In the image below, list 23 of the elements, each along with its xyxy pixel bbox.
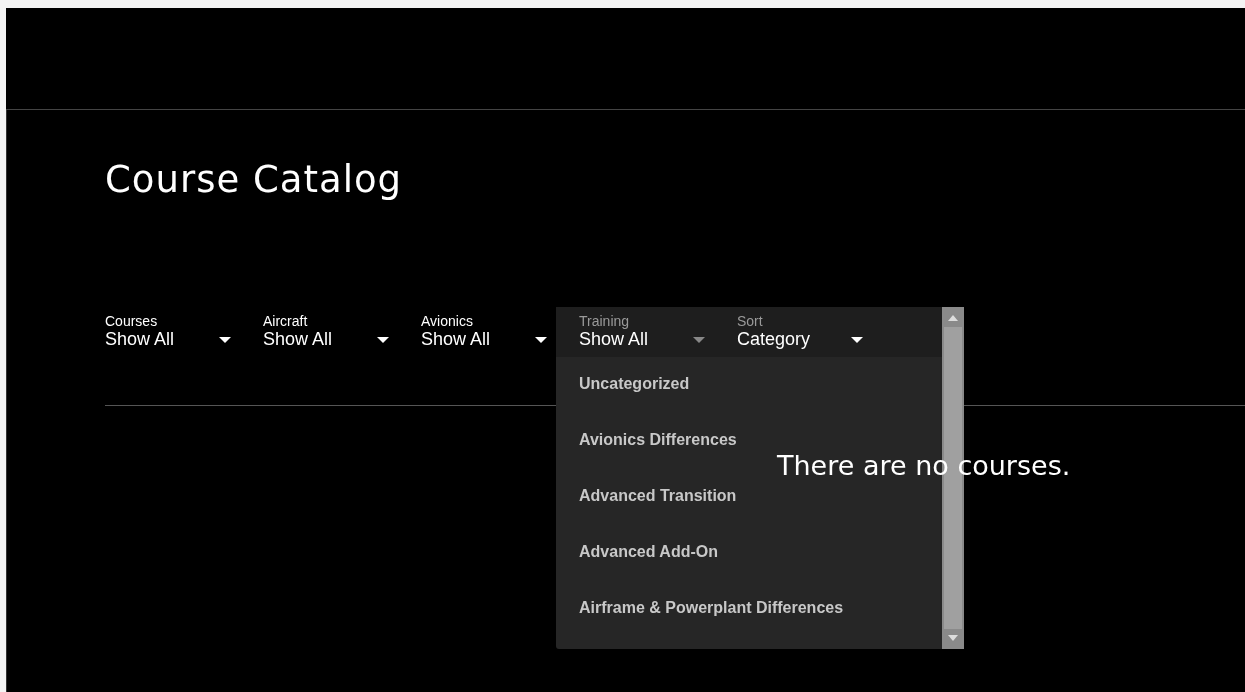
scroll-up-icon[interactable]: [948, 315, 958, 321]
dropdown-option[interactable]: Uncategorized: [579, 374, 690, 394]
filter-select[interactable]: Show All: [579, 329, 705, 350]
filter-label: Avionics: [421, 313, 474, 329]
filter-label: Training: [579, 313, 631, 329]
dropdown-option[interactable]: Advanced Transition: [579, 486, 737, 506]
filter-label: Aircraft: [263, 313, 309, 329]
page-title: Course Catalog: [105, 158, 404, 201]
caret-icon: [535, 336, 547, 343]
filter-select[interactable]: Show All: [421, 329, 547, 350]
caret-icon: [377, 336, 389, 343]
caret-icon: [851, 336, 863, 343]
filter-label: Courses: [105, 313, 159, 329]
dropdown-option[interactable]: Airframe & Powerplant Differences: [579, 598, 844, 618]
caret-icon: [219, 336, 231, 343]
filter-select[interactable]: Show All: [105, 329, 231, 350]
dropdown-option[interactable]: Advanced Add-On: [579, 542, 718, 562]
dropdown-option[interactable]: Avionics Differences: [579, 430, 737, 450]
filter-select[interactable]: Category: [737, 329, 863, 350]
filter-label: Sort: [737, 313, 764, 329]
caret-icon: [693, 336, 705, 343]
scroll-down-icon[interactable]: [948, 635, 958, 641]
filter-select[interactable]: Show All: [263, 329, 389, 350]
